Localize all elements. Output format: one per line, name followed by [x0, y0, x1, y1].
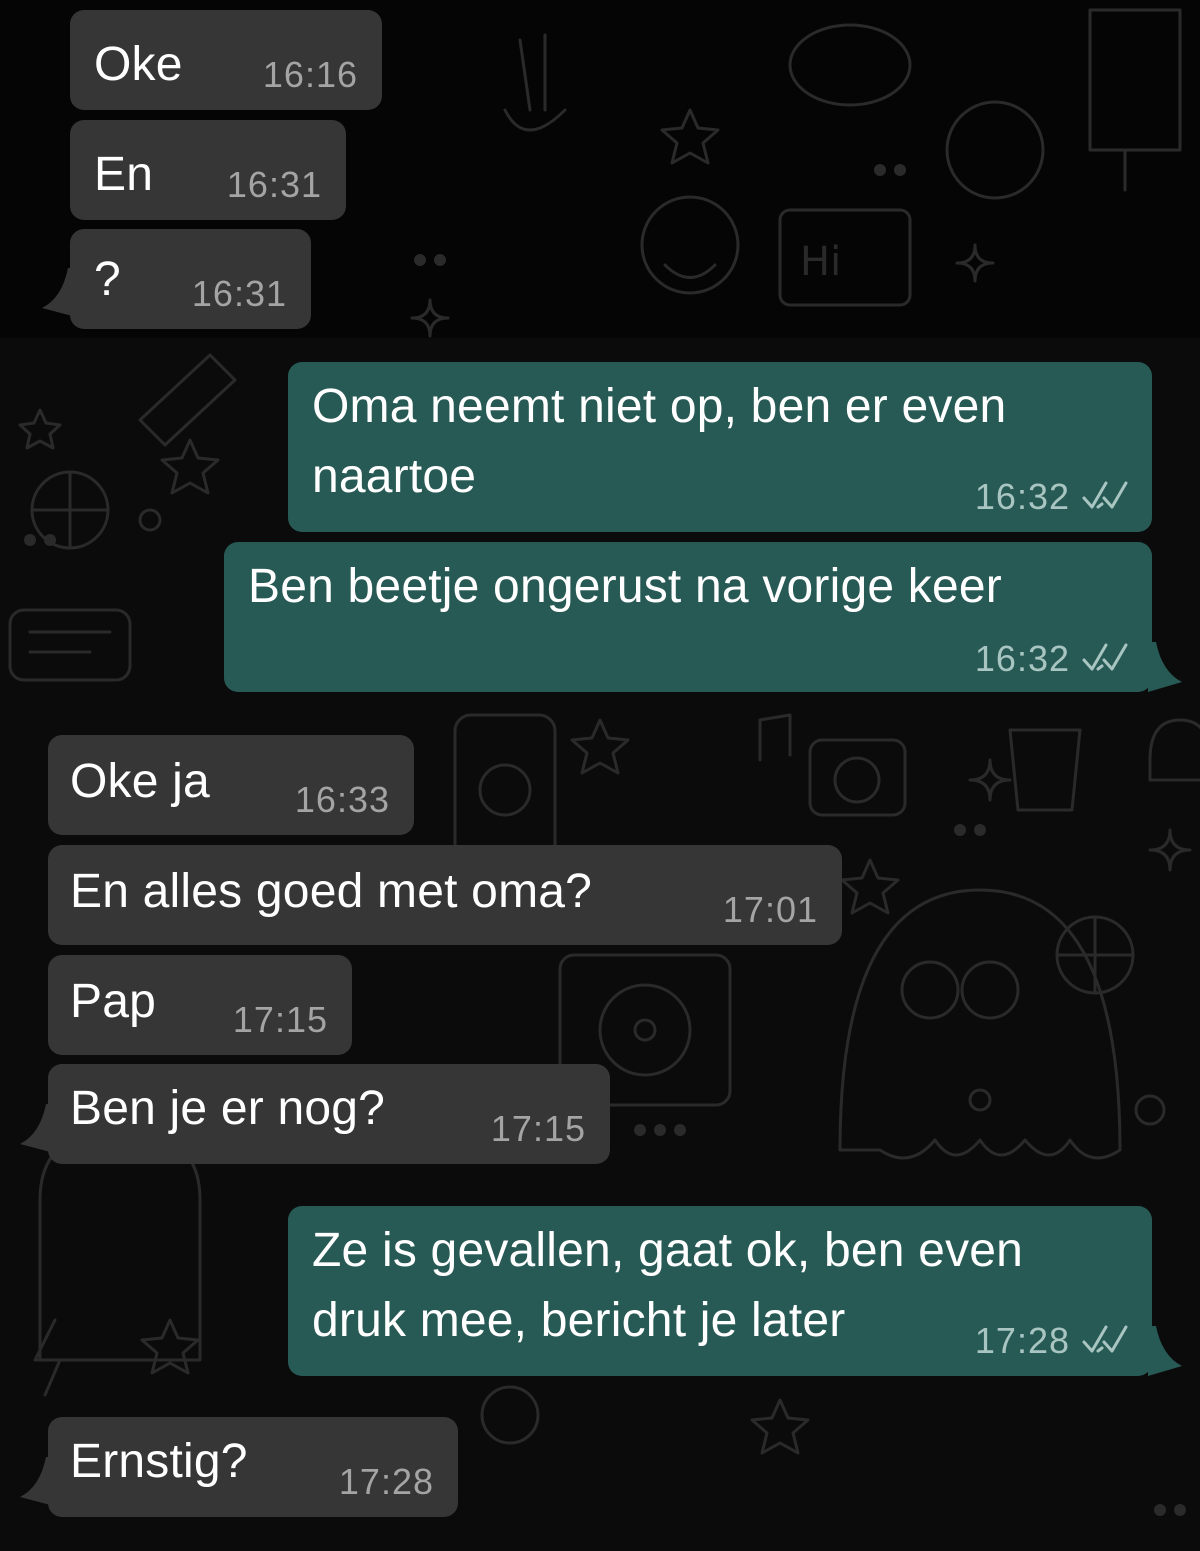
message-text-line: Ze is gevallen, gaat ok, ben even: [312, 1224, 1024, 1277]
message-text: Ben je er nog?: [70, 1082, 386, 1135]
incoming-message[interactable]: En 16:31: [70, 120, 346, 220]
bubble-tail: [1148, 642, 1182, 692]
chat-conversation: Oke 16:16 En 16:31 ? 16:31 Oma neemt nie…: [0, 0, 1200, 1551]
message-time: 17:28: [338, 1461, 434, 1502]
message-text: Ernstig?: [70, 1435, 248, 1488]
message-text-line: naartoe: [312, 450, 477, 503]
message-text: Oke ja: [70, 755, 210, 808]
bubble-tail: [1148, 1326, 1182, 1376]
message-text: En alles goed met oma?: [70, 865, 593, 918]
incoming-message[interactable]: Ernstig? 17:28: [48, 1417, 458, 1517]
incoming-message[interactable]: Oke 16:16: [70, 10, 382, 110]
message-time: 16:33: [294, 779, 390, 820]
incoming-message[interactable]: Ben je er nog? 17:15: [48, 1064, 610, 1164]
incoming-message[interactable]: Oke ja 16:33: [48, 735, 414, 835]
message-text: En: [94, 148, 154, 201]
incoming-message[interactable]: ? 16:31: [70, 229, 311, 329]
message-text: Oke: [94, 38, 183, 91]
outgoing-message[interactable]: Ben beetje ongerust na vorige keer 16:32: [224, 542, 1152, 692]
double-check-icon: [1082, 643, 1128, 671]
message-text: Pap: [70, 975, 157, 1028]
message-time: 17:28: [974, 1320, 1070, 1361]
message-time: 17:01: [722, 889, 818, 930]
message-time: 16:31: [191, 273, 287, 314]
message-text-line: Oma neemt niet op, ben er even: [312, 380, 1007, 433]
incoming-message[interactable]: Pap 17:15: [48, 955, 352, 1055]
incoming-message[interactable]: En alles goed met oma? 17:01: [48, 845, 842, 945]
message-time: 17:15: [232, 999, 328, 1040]
message-text-line: druk mee, bericht je later: [312, 1294, 846, 1347]
message-time: 16:16: [262, 54, 358, 95]
outgoing-message[interactable]: Oma neemt niet op, ben er even naartoe 1…: [288, 362, 1152, 532]
message-time: 16:32: [974, 476, 1070, 517]
outgoing-message[interactable]: Ze is gevallen, gaat ok, ben even druk m…: [288, 1206, 1152, 1376]
message-text: Ben beetje ongerust na vorige keer: [248, 560, 1002, 613]
message-time: 17:15: [490, 1108, 586, 1149]
message-time: 16:32: [974, 638, 1070, 679]
double-check-icon: [1082, 1325, 1128, 1353]
message-text: ?: [94, 253, 121, 306]
double-check-icon: [1082, 481, 1128, 509]
message-time: 16:31: [226, 164, 322, 205]
